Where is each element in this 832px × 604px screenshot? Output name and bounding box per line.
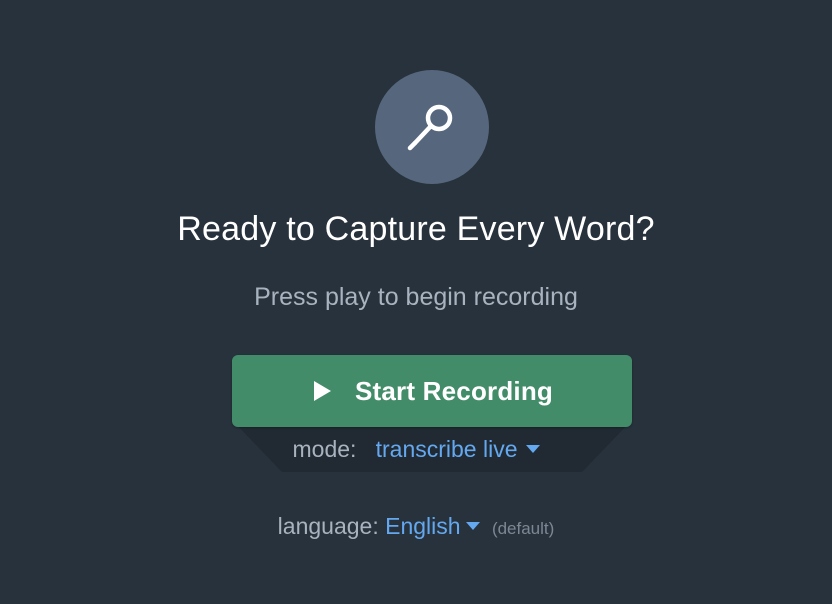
mode-selector: mode: transcribe live — [0, 436, 832, 463]
language-selector: language: English (default) — [0, 513, 832, 540]
play-icon — [313, 381, 331, 401]
chevron-down-icon — [525, 444, 540, 453]
language-default-note: (default) — [491, 519, 555, 538]
microphone-icon — [407, 104, 453, 151]
chevron-down-icon — [465, 521, 480, 530]
language-label: language: — [277, 513, 379, 539]
mode-label: mode: — [292, 436, 357, 462]
mode-value: transcribe live — [375, 436, 518, 462]
page-title: Ready to Capture Every Word? — [177, 210, 655, 248]
subtitle-text: Press play to begin recording — [254, 283, 578, 311]
language-dropdown[interactable]: English — [385, 513, 486, 539]
start-recording-button[interactable]: Start Recording — [232, 355, 632, 427]
start-recording-label: Start Recording — [354, 375, 554, 406]
microphone-badge — [375, 70, 489, 184]
mode-dropdown[interactable]: transcribe live — [376, 436, 540, 462]
language-value: English — [385, 513, 461, 539]
